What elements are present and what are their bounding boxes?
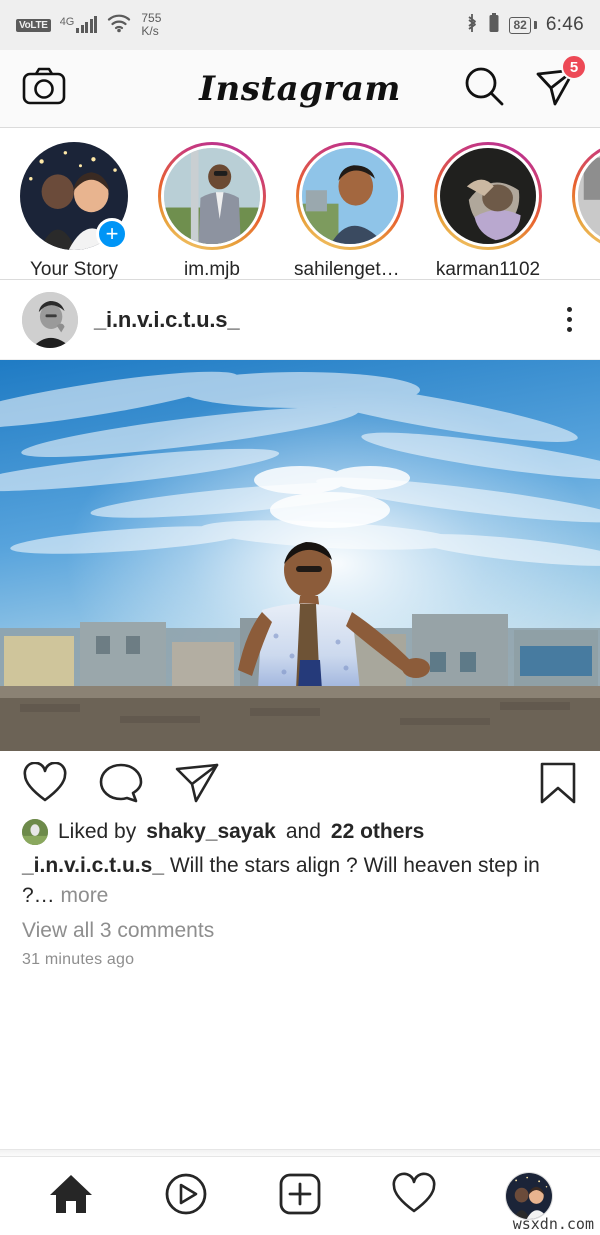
story-username: sahilengetho…: [294, 259, 406, 280]
likes-others-count[interactable]: 22 others: [331, 820, 424, 844]
liker-avatar: [22, 819, 48, 845]
story-username: karman1102: [435, 259, 541, 280]
story-ring: +: [20, 142, 128, 250]
dm-unread-badge: 5: [561, 54, 587, 80]
status-bar-left: VoLTE 4G 755 K/s: [16, 12, 161, 38]
feed-scroll-gap: [0, 968, 600, 1149]
view-comments-link[interactable]: View all 3 comments: [22, 919, 578, 943]
post-action-bar: [0, 751, 600, 819]
direct-message-button[interactable]: 5: [534, 54, 587, 113]
network-speed-indicator: 755 K/s: [141, 12, 161, 38]
post-timestamp: 31 minutes ago: [22, 950, 135, 968]
post-author-username[interactable]: _i.n.v.i.c.t.u.s_: [94, 307, 545, 333]
bookmark-icon[interactable]: [538, 761, 578, 810]
profile-avatar[interactable]: [504, 1172, 553, 1220]
battery-tip: [533, 21, 537, 29]
status-bar-clock: 6:46: [545, 14, 584, 35]
avatar: [575, 145, 600, 247]
reels-play-icon[interactable]: [162, 1171, 210, 1222]
story-ring: [572, 142, 600, 250]
post-author-avatar[interactable]: [22, 291, 78, 348]
battery-charging-icon: [488, 12, 500, 39]
search-icon[interactable]: [462, 64, 506, 113]
story-username: r_ag: [570, 259, 600, 279]
add-story-icon[interactable]: +: [96, 218, 128, 250]
direct-message-icon: [534, 68, 578, 112]
story-ring: [158, 142, 266, 250]
bottom-nav-divider: [0, 1149, 600, 1157]
bottom-navigation-bar: wsxdn.com: [0, 1157, 600, 1235]
share-icon[interactable]: [174, 762, 220, 809]
wifi-icon: [106, 13, 132, 38]
post-image[interactable]: [0, 360, 600, 751]
camera-icon[interactable]: [22, 67, 66, 110]
volte-indicator: VoLTE: [16, 18, 51, 32]
network-type-label: 4G: [59, 16, 75, 28]
avatar: [161, 145, 263, 247]
app-header: Instagram 5: [0, 50, 600, 128]
home-icon[interactable]: [47, 1171, 95, 1222]
add-post-icon[interactable]: [276, 1171, 324, 1222]
more-options-icon[interactable]: [561, 301, 578, 338]
stories-tray[interactable]: + Your Story im.mjb sahilengetho karman1…: [0, 128, 600, 280]
avatar: [437, 145, 539, 247]
post-meta: Liked by shaky_sayak and 22 others _i.n.…: [0, 819, 600, 969]
story-username: im.mjb: [184, 259, 240, 280]
story-item-sahilengetho[interactable]: sahilengetho…: [294, 142, 406, 280]
story-item-r-ag[interactable]: r_ag: [570, 142, 600, 279]
header-actions: 5: [462, 54, 587, 113]
bluetooth-icon: [465, 12, 479, 39]
watermark: wsxdn.com: [512, 1215, 594, 1233]
comment-icon[interactable]: [98, 762, 144, 809]
likes-prefix: Liked by: [58, 820, 137, 843]
avatar: [299, 145, 401, 247]
likes-summary[interactable]: Liked by shaky_sayak and 22 others: [22, 819, 578, 845]
battery-percent-badge: 82: [509, 16, 531, 34]
post-header: _i.n.v.i.c.t.u.s_: [0, 280, 600, 360]
signal-strength-icon: 4G: [59, 16, 98, 33]
likes-username[interactable]: shaky_sayak: [146, 820, 276, 844]
story-item-karman1102[interactable]: karman1102: [432, 142, 544, 280]
story-item-your-story[interactable]: + Your Story: [18, 142, 130, 280]
story-username: Your Story: [29, 259, 118, 280]
heart-icon[interactable]: [22, 761, 68, 809]
instagram-feed-screen: VoLTE 4G 755 K/s 82 6:46 Instagram 5 + Y…: [0, 0, 600, 1235]
story-ring: [296, 142, 404, 250]
status-bar: VoLTE 4G 755 K/s 82 6:46: [0, 0, 600, 50]
status-bar-right: 82 6:46: [465, 12, 584, 39]
story-ring: [434, 142, 542, 250]
activity-heart-icon[interactable]: [390, 1172, 438, 1221]
signal-bars: [76, 16, 98, 33]
caption-username[interactable]: _i.n.v.i.c.t.u.s_: [22, 854, 164, 877]
story-item-im-mjb[interactable]: im.mjb: [156, 142, 268, 280]
caption-more-link[interactable]: more: [61, 884, 109, 907]
network-speed-unit: K/s: [141, 24, 159, 38]
post-caption: _i.n.v.i.c.t.u.s_ Will the stars align ?…: [22, 851, 578, 911]
likes-middle: and: [285, 820, 321, 843]
